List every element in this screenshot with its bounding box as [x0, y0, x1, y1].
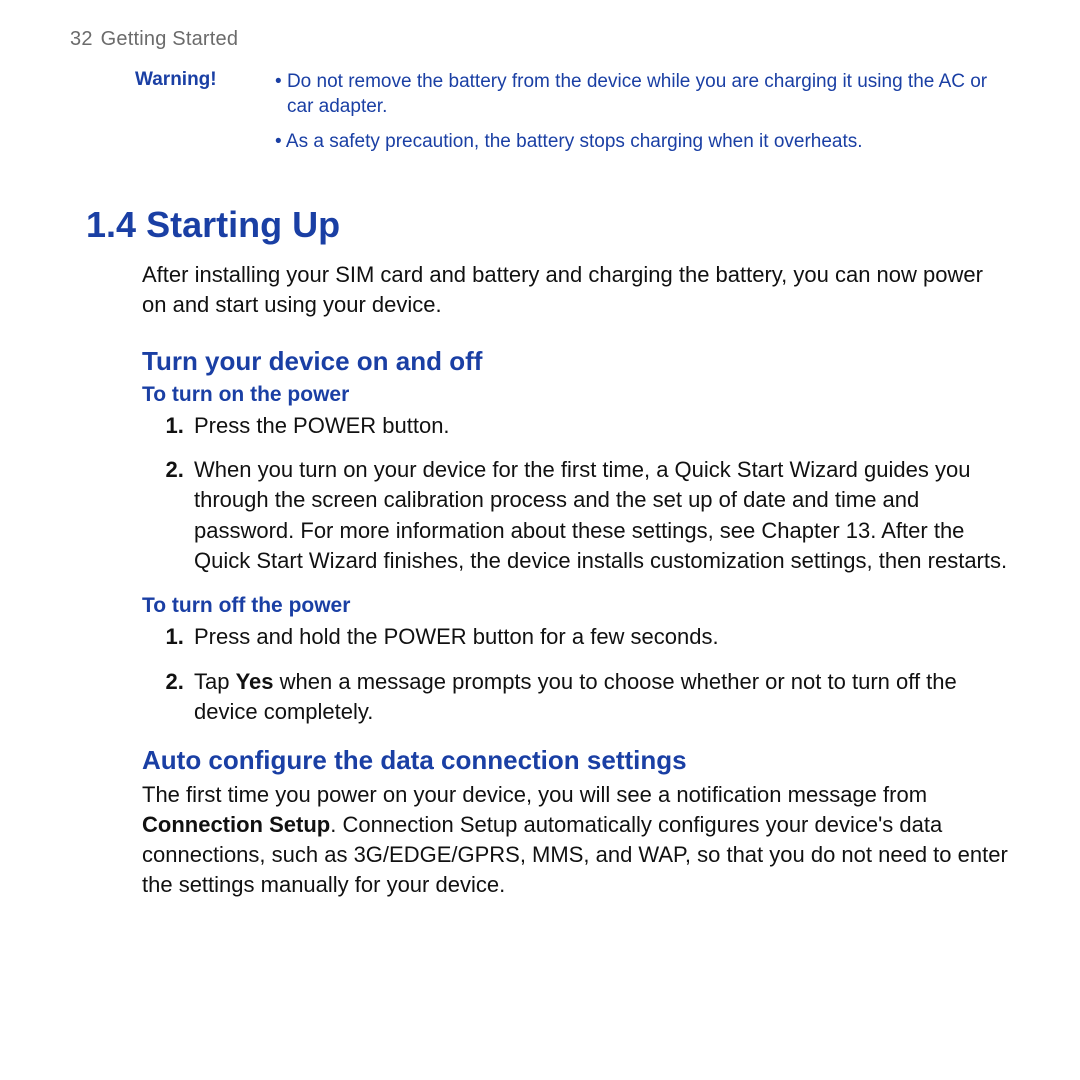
step-text-post: when a message prompts you to choose whe…: [194, 669, 957, 724]
section-intro: After installing your SIM card and batte…: [142, 260, 1010, 319]
step-text-bold: Yes: [236, 669, 274, 694]
manual-page: 32 Getting Started Warning! Do not remove…: [0, 0, 1080, 1080]
turn-on-steps: Press the POWER button. When you turn on…: [142, 411, 1010, 577]
step-text-pre: Tap: [194, 669, 236, 694]
warning-items: Do not remove the battery from the devic…: [275, 69, 1010, 164]
warning-item: As a safety precaution, the battery stop…: [275, 129, 1010, 154]
para-text-pre: The first time you power on your device,…: [142, 782, 927, 807]
warning-item: Do not remove the battery from the devic…: [275, 69, 1010, 119]
list-item: When you turn on your device for the fir…: [190, 455, 1010, 576]
warning-block: Warning! Do not remove the battery from …: [135, 69, 1010, 164]
chapter-title: Getting Started: [101, 28, 239, 50]
subheading-turn-on-off: Turn your device on and off: [142, 346, 1010, 377]
page-number: 32: [70, 28, 93, 50]
section-title: Starting Up: [146, 204, 340, 245]
list-item: Press and hold the POWER button for a fe…: [190, 622, 1010, 652]
section-number: 1.4: [86, 204, 136, 245]
subheading-auto-configure: Auto configure the data connection setti…: [142, 745, 1010, 776]
turn-off-steps: Press and hold the POWER button for a fe…: [142, 622, 1010, 727]
section-heading: 1.4 Starting Up: [70, 204, 1010, 246]
list-item: Press the POWER button.: [190, 411, 1010, 441]
procedure-heading-turn-off: To turn off the power: [142, 594, 1010, 618]
warning-label: Warning!: [135, 69, 275, 91]
running-head: 32 Getting Started: [70, 28, 1010, 51]
para-text-bold: Connection Setup: [142, 812, 330, 837]
procedure-heading-turn-on: To turn on the power: [142, 383, 1010, 407]
list-item: Tap Yes when a message prompts you to ch…: [190, 667, 1010, 728]
auto-configure-paragraph: The first time you power on your device,…: [142, 780, 1010, 899]
